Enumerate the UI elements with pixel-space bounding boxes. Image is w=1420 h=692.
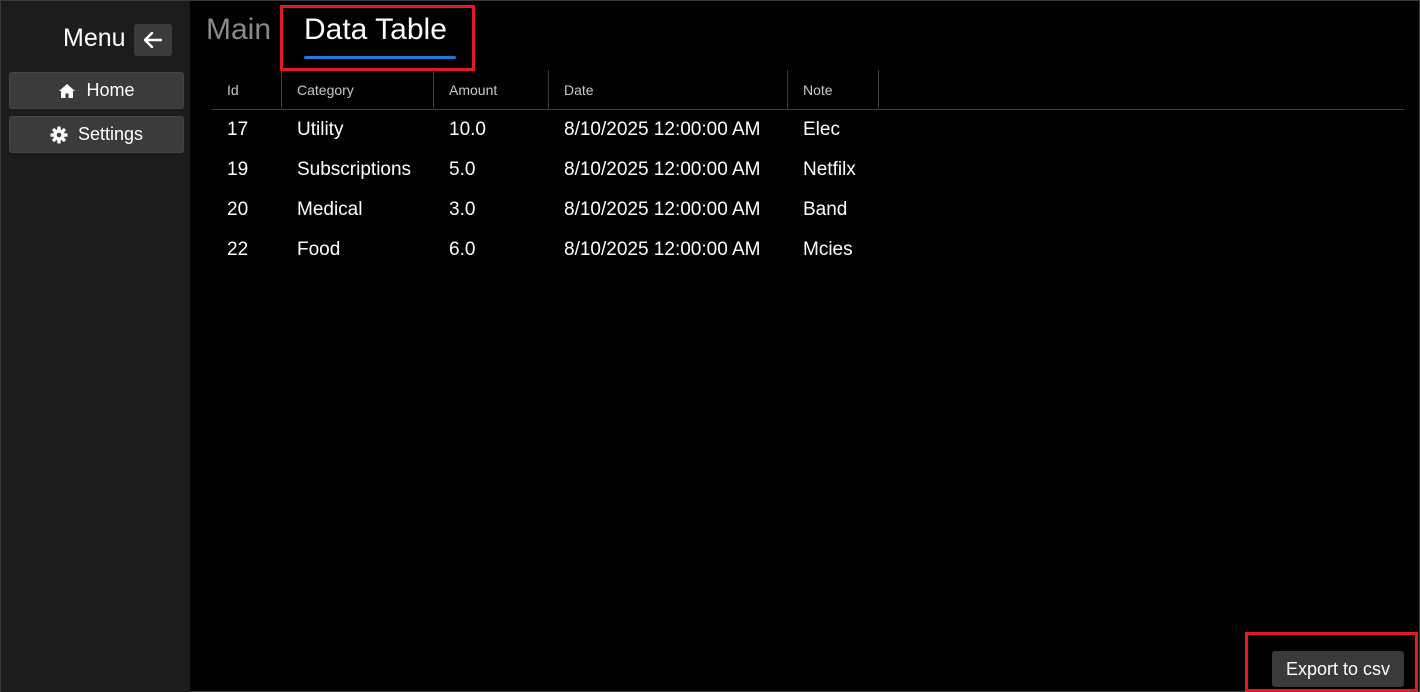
cell-id: 19: [227, 159, 249, 180]
cell-note: Elec: [803, 119, 840, 140]
sidebar-item-label: Settings: [77, 124, 144, 144]
cell-date: 8/10/2025 12:00:00 AM: [564, 199, 761, 220]
sidebar-item-settings[interactable]: Settings: [9, 116, 184, 153]
data-table: Id Category Amount Date Note 17 Utility …: [212, 70, 1404, 270]
tab-main[interactable]: Main: [206, 13, 271, 47]
cell-note: Band: [803, 199, 848, 220]
column-header-note[interactable]: Note: [788, 70, 879, 109]
cell-note: Netfilx: [803, 159, 856, 180]
column-header-date[interactable]: Date: [549, 70, 788, 109]
app-window: Menu Home Settings Main Data Table Id Ca…: [0, 0, 1420, 692]
back-button[interactable]: [134, 24, 172, 56]
table-row[interactable]: 20 Medical 3.0 8/10/2025 12:00:00 AM Ban…: [212, 190, 1404, 230]
cell-category: Subscriptions: [297, 159, 412, 180]
cell-id: 22: [227, 239, 249, 260]
cell-date: 8/10/2025 12:00:00 AM: [564, 239, 761, 260]
highlight-box: [280, 5, 475, 71]
arrow-left-icon: [144, 32, 162, 48]
column-header-id[interactable]: Id: [212, 70, 282, 109]
table-row[interactable]: 19 Subscriptions 5.0 8/10/2025 12:00:00 …: [212, 150, 1404, 190]
table-header: Id Category Amount Date Note: [212, 70, 1404, 110]
sidebar-item-label: Home: [86, 80, 135, 100]
gear-icon: [50, 126, 68, 144]
cell-amount: 3.0: [449, 199, 476, 220]
menu-header: Menu: [1, 21, 190, 57]
cell-category: Food: [297, 239, 341, 260]
highlight-box: [1245, 632, 1418, 692]
cell-amount: 5.0: [449, 159, 476, 180]
table-row[interactable]: 22 Food 6.0 8/10/2025 12:00:00 AM Mcies: [212, 230, 1404, 270]
cell-id: 20: [227, 199, 249, 220]
home-icon: [58, 83, 76, 99]
menu-title: Menu: [63, 24, 126, 52]
cell-note: Mcies: [803, 239, 853, 260]
cell-date: 8/10/2025 12:00:00 AM: [564, 119, 761, 140]
table-row[interactable]: 17 Utility 10.0 8/10/2025 12:00:00 AM El…: [212, 110, 1404, 150]
column-header-category[interactable]: Category: [282, 70, 434, 109]
cell-date: 8/10/2025 12:00:00 AM: [564, 159, 761, 180]
cell-amount: 6.0: [449, 239, 476, 260]
sidebar: Menu Home Settings: [1, 1, 190, 692]
column-header-amount[interactable]: Amount: [434, 70, 549, 109]
sidebar-item-home[interactable]: Home: [9, 72, 184, 109]
cell-category: Utility: [297, 119, 344, 140]
cell-amount: 10.0: [449, 119, 486, 140]
cell-category: Medical: [297, 199, 363, 220]
cell-id: 17: [227, 119, 249, 140]
